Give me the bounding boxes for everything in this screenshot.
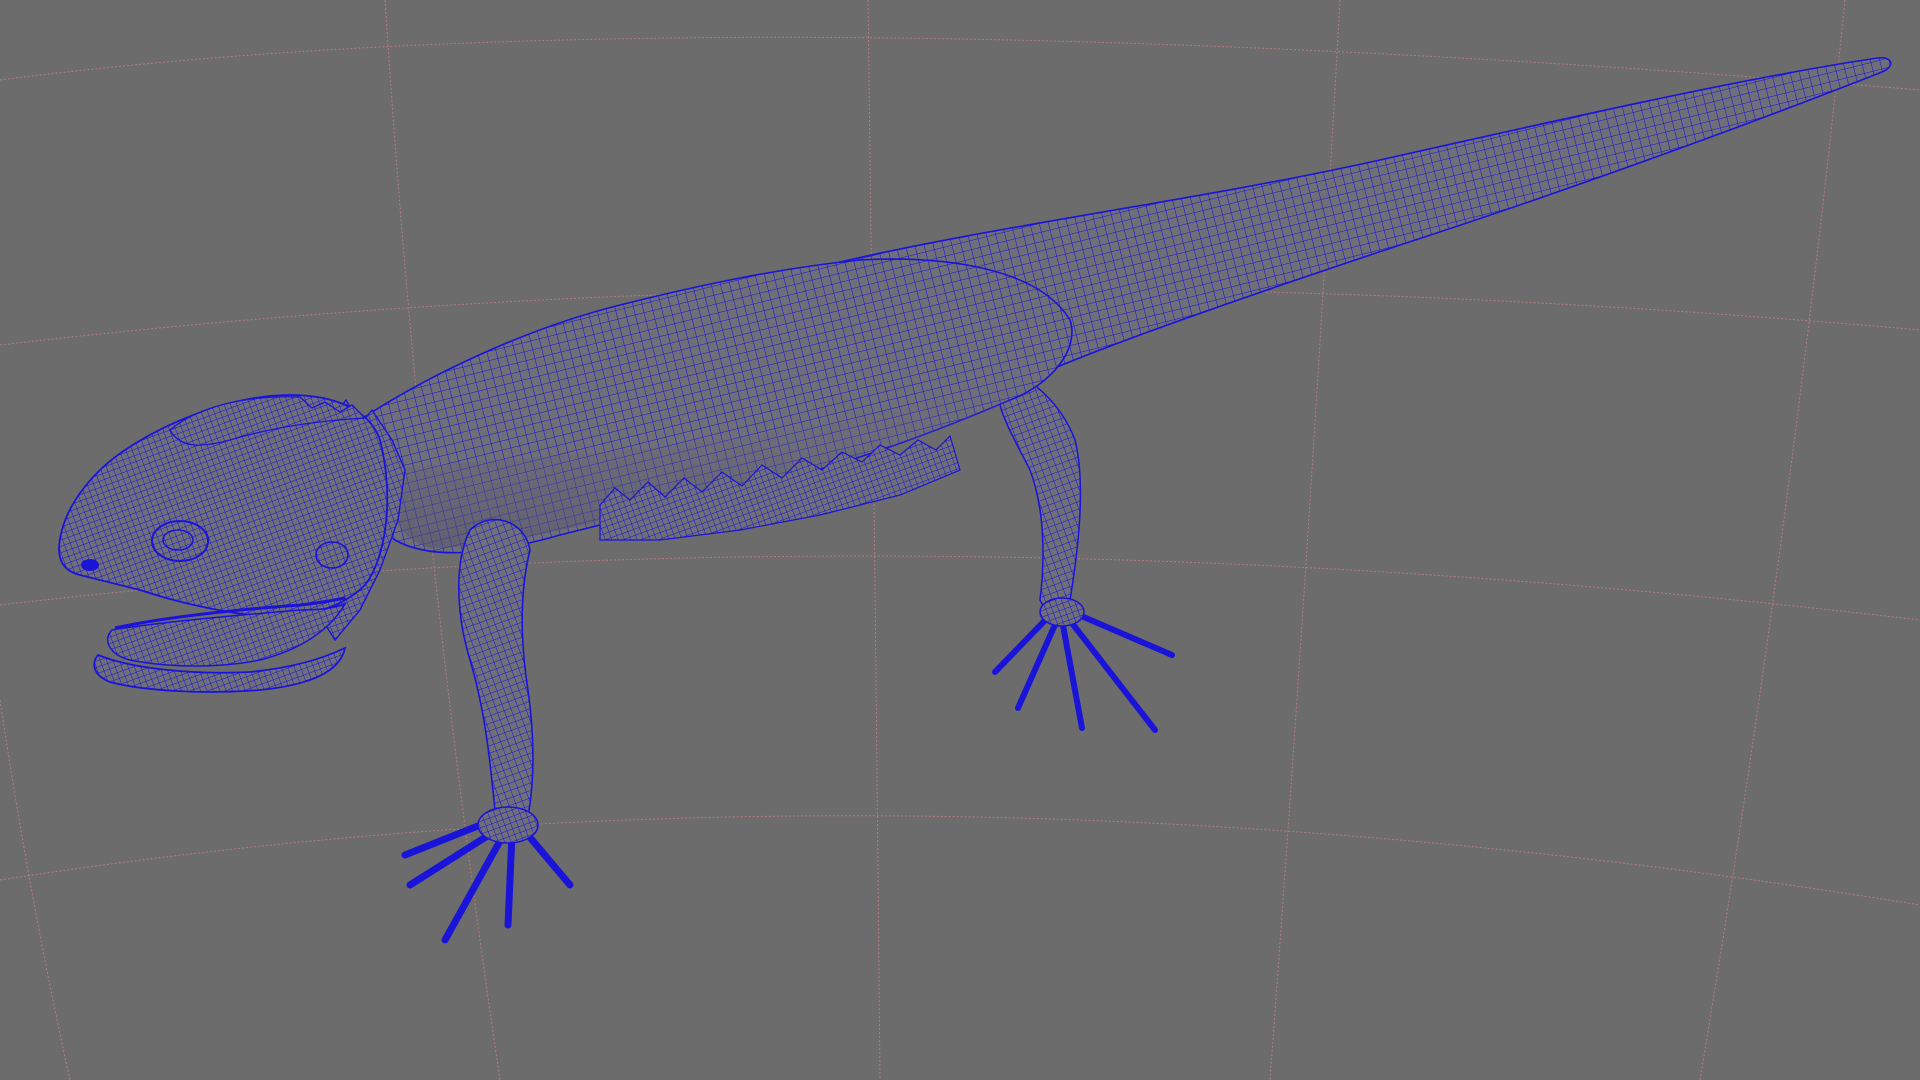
eye	[151, 520, 209, 562]
front-leg	[457, 518, 534, 833]
hind-foot	[992, 607, 1175, 733]
mouth-interior	[107, 602, 347, 667]
lizard-mesh[interactable]	[58, 56, 1892, 944]
ear	[315, 541, 349, 569]
hind-leg-right	[996, 364, 1082, 621]
perspective-viewport[interactable]	[0, 0, 1920, 1080]
nostril	[81, 559, 99, 571]
